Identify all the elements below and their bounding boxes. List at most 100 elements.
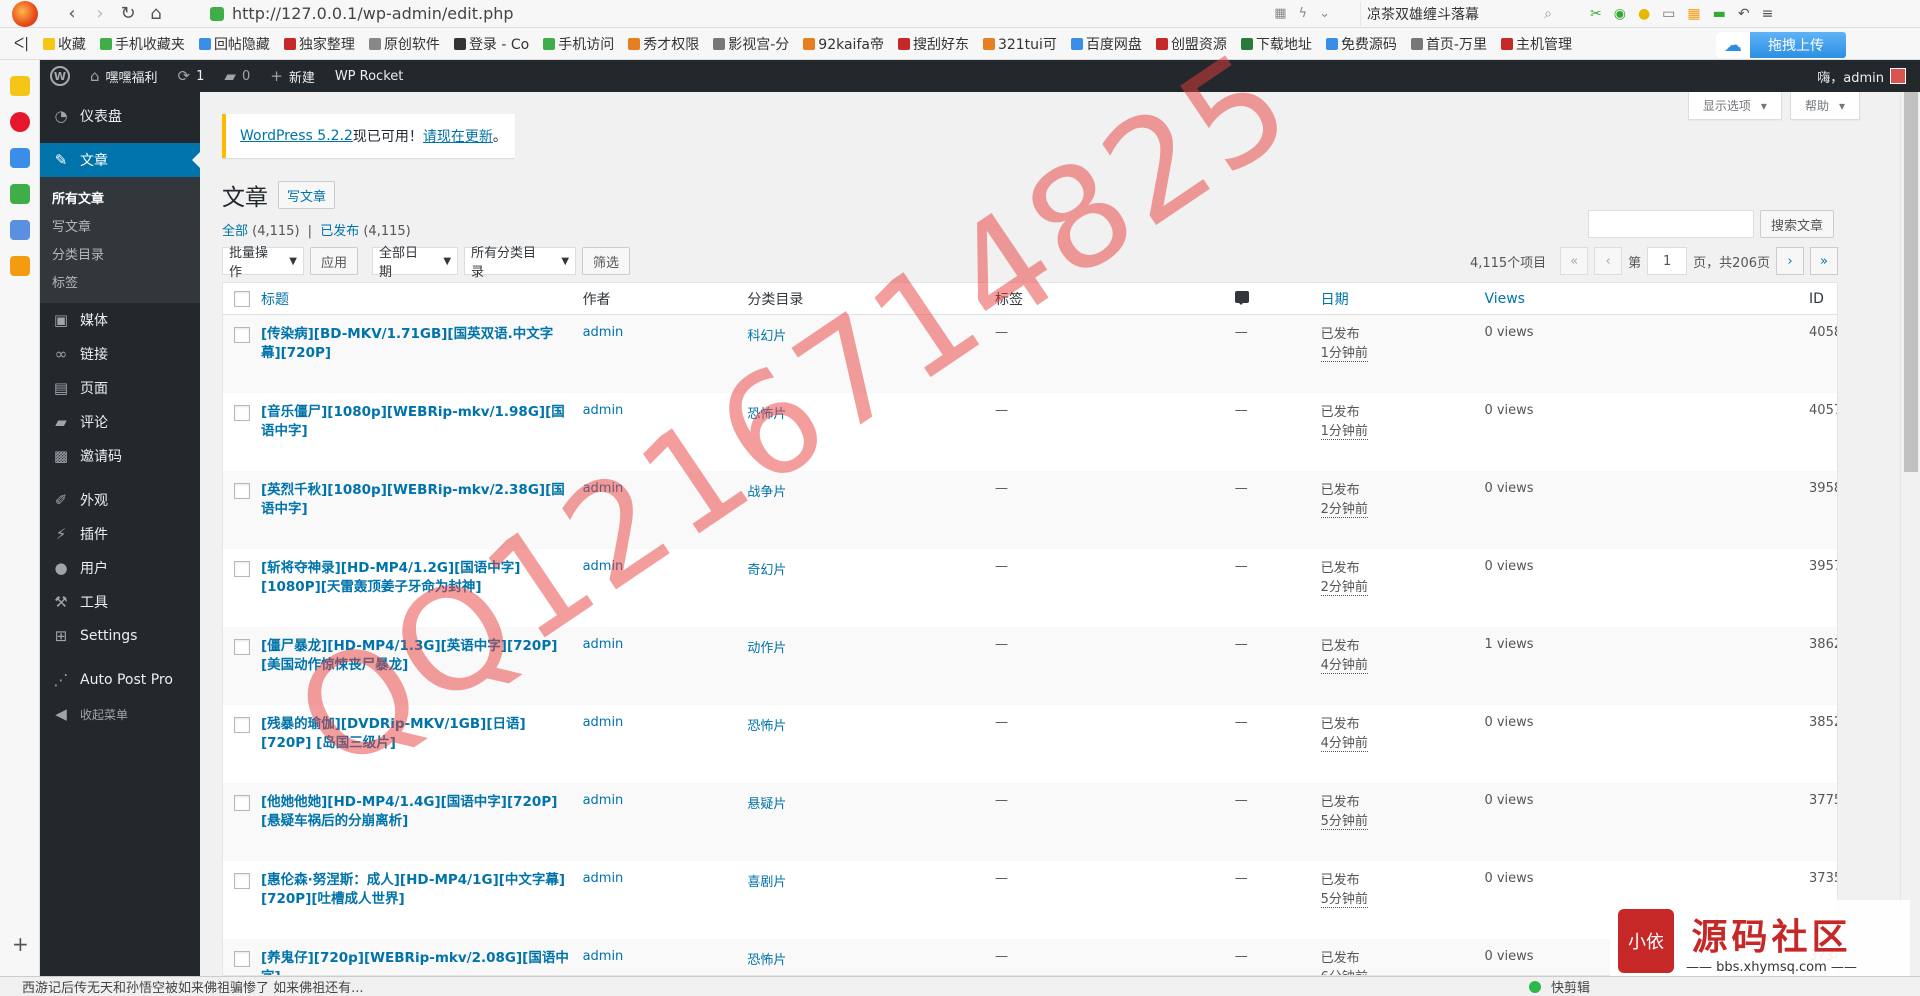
post-author-link[interactable]: admin [583, 481, 748, 549]
dropdown-icon[interactable]: ⌄ [1319, 6, 1330, 21]
submenu-add-new[interactable]: 写文章 [40, 211, 200, 239]
row-checkbox[interactable] [233, 873, 250, 889]
post-author-link[interactable]: admin [583, 559, 748, 627]
post-author-link[interactable]: admin [583, 949, 748, 975]
select-all-checkbox[interactable] [233, 290, 250, 307]
column-comments[interactable] [1234, 290, 1321, 307]
post-category-link[interactable]: 恐怖片 [747, 949, 995, 975]
next-page-icon[interactable]: › [1776, 247, 1804, 275]
submenu-all-posts[interactable]: 所有文章 [40, 183, 200, 211]
apps-icon[interactable]: ▦ [1687, 6, 1700, 22]
bookmark-item[interactable]: 登录 - Co [453, 34, 529, 54]
row-checkbox[interactable] [233, 951, 250, 967]
filter-all-link[interactable]: 全部 [222, 224, 248, 239]
post-title-link[interactable]: [僵尸暴龙][HD-MP4/1.3G][英语中字][720P][美国动作惊悚丧尸… [261, 637, 583, 705]
last-page-icon[interactable]: » [1810, 247, 1838, 275]
post-author-link[interactable]: admin [583, 403, 748, 471]
reload-icon[interactable]: ↻ [114, 0, 142, 28]
column-title[interactable]: 标题 [261, 289, 583, 309]
row-checkbox[interactable] [233, 795, 250, 811]
comments-menu[interactable]: ▰ 0 [214, 60, 260, 92]
weibo-icon[interactable] [9, 112, 30, 132]
site-name-menu[interactable]: ⌂ 嘿嘿福利 [80, 60, 168, 92]
favorites-star-icon[interactable] [9, 76, 30, 96]
post-category-link[interactable]: 喜剧片 [747, 871, 995, 939]
post-category-link[interactable]: 悬疑片 [747, 793, 995, 861]
search-icon[interactable]: ⌕ [1544, 6, 1552, 22]
undo-icon[interactable]: ↶ [1738, 6, 1750, 22]
sidebar-toggle-icon[interactable]: ᐸ| [14, 36, 29, 52]
forward-icon[interactable]: › [86, 0, 114, 28]
screenshot-icon[interactable]: ▭ [1662, 6, 1675, 22]
bookmark-item[interactable]: 下载地址 [1240, 34, 1312, 54]
post-author-link[interactable]: admin [583, 793, 748, 861]
post-title-link[interactable]: [传染病][BD-MKV/1.71GB][国英双语.中文字幕][720P] [261, 325, 583, 393]
post-title-link[interactable]: [惠伦森·努涅斯：成人][HD-MP4/1G][中文字幕][720P][吐槽成人… [261, 871, 583, 939]
post-category-link[interactable]: 奇幻片 [747, 559, 995, 627]
mail-icon[interactable] [9, 148, 30, 168]
category-filter-select[interactable]: 所有分类目录 ▼ [464, 246, 577, 280]
post-author-link[interactable]: admin [583, 637, 748, 705]
apply-button[interactable]: 应用 [310, 247, 359, 275]
row-checkbox[interactable] [233, 639, 250, 655]
bookmark-item[interactable]: 原创软件 [368, 34, 440, 54]
post-author-link[interactable]: admin [583, 871, 748, 939]
bookmark-item[interactable]: 影视宫-分 [713, 34, 789, 54]
bookmark-item[interactable]: 321tui可 [982, 34, 1057, 54]
bookmark-item[interactable]: 秀才权限 [628, 34, 699, 54]
post-author-link[interactable]: admin [583, 325, 748, 393]
collapse-menu[interactable]: ◀ 收起菜单 [40, 697, 200, 731]
post-search-input[interactable] [1587, 210, 1754, 238]
wp-rocket-menu[interactable]: WP Rocket [325, 60, 414, 92]
menu-appearance[interactable]: ✐ 外观 [40, 483, 200, 517]
menu-pages[interactable]: ▤ 页面 [40, 371, 200, 405]
post-category-link[interactable]: 科幻片 [747, 325, 995, 393]
menu-invite-codes[interactable]: ▩ 邀请码 [40, 439, 200, 473]
address-bar[interactable]: http://127.0.0.1/wp-admin/edit.php ▦ ϟ ⌄ [210, 2, 1330, 26]
post-title-link[interactable]: [斩将夺神录][HD-MP4/1.2G][国语中字][1080P][天雷轰顶姜子… [261, 559, 583, 627]
current-page-input[interactable]: 1 [1647, 247, 1688, 275]
bookmark-item[interactable]: 免费源码 [1325, 34, 1397, 54]
wp-logo-menu[interactable]: W [40, 60, 80, 92]
bookmark-item[interactable]: 回帖隐藏 [198, 34, 270, 54]
prev-page-icon[interactable]: ‹ [1594, 247, 1623, 275]
menu-users[interactable]: ● 用户 [40, 551, 200, 585]
bookmark-item[interactable]: 首页-万里 [1410, 34, 1487, 54]
post-author-link[interactable]: admin [583, 715, 748, 783]
submenu-tags[interactable]: 标签 [40, 267, 200, 295]
home-icon[interactable]: ⌂ [142, 0, 170, 28]
column-date[interactable]: 日期 [1321, 289, 1485, 309]
menu-comments[interactable]: ▰ 评论 [40, 405, 200, 439]
post-title-link[interactable]: [养鬼仔][720p][WEBRip-mkv/2.08G][国语中字] [261, 949, 583, 975]
post-title-link[interactable]: [他她他她][HD-MP4/1.4G][国语中字][720P][悬疑车祸后的分崩… [261, 793, 583, 861]
flash-icon[interactable]: ϟ [1299, 6, 1308, 21]
browser-search[interactable]: 凉茶双雄缠斗落幕 ⌕ [1360, 1, 1560, 26]
post-title-link[interactable]: [残暴的瑜伽][DVDRip-MKV/1GB][日语][720P] [岛国三级片… [261, 715, 583, 783]
post-title-link[interactable]: [音乐僵尸][1080p][WEBRip-mkv/1.98G][国语中字] [261, 403, 583, 471]
battery-icon[interactable]: ▬ [1713, 6, 1726, 22]
scrollbar-thumb[interactable] [1904, 92, 1918, 472]
new-content-menu[interactable]: + 新建 [260, 60, 325, 92]
row-checkbox[interactable] [233, 717, 250, 733]
bookmark-item[interactable]: 独家整理 [283, 34, 355, 54]
post-category-link[interactable]: 恐怖片 [747, 715, 995, 783]
coin-icon[interactable]: ● [1638, 6, 1650, 22]
row-checkbox[interactable] [233, 327, 250, 343]
filter-button[interactable]: 筛选 [582, 247, 631, 275]
my-account-menu[interactable]: 嗨，admin [1817, 67, 1920, 86]
bookmark-item[interactable]: 收藏 [42, 34, 86, 54]
row-checkbox[interactable] [233, 405, 250, 421]
drag-upload-button[interactable]: ☁ 拖拽上传 [1716, 32, 1846, 58]
menu-plugins[interactable]: ⚡ 插件 [40, 517, 200, 551]
qr-icon[interactable]: ▦ [1274, 6, 1286, 21]
menu-tools[interactable]: ⚒ 工具 [40, 585, 200, 619]
menu-settings[interactable]: ⊞ Settings [40, 619, 200, 653]
wordpress-version-link[interactable]: WordPress 5.2.2 [240, 128, 353, 144]
column-views[interactable]: Views [1484, 291, 1809, 307]
game-icon[interactable] [9, 184, 30, 204]
bookmark-item[interactable]: 手机收藏夹 [99, 34, 185, 54]
post-category-link[interactable]: 恐怖片 [747, 403, 995, 471]
row-checkbox[interactable] [233, 561, 250, 577]
post-category-link[interactable]: 动作片 [747, 637, 995, 705]
menu-dashboard[interactable]: ◔ 仪表盘 [40, 99, 200, 133]
